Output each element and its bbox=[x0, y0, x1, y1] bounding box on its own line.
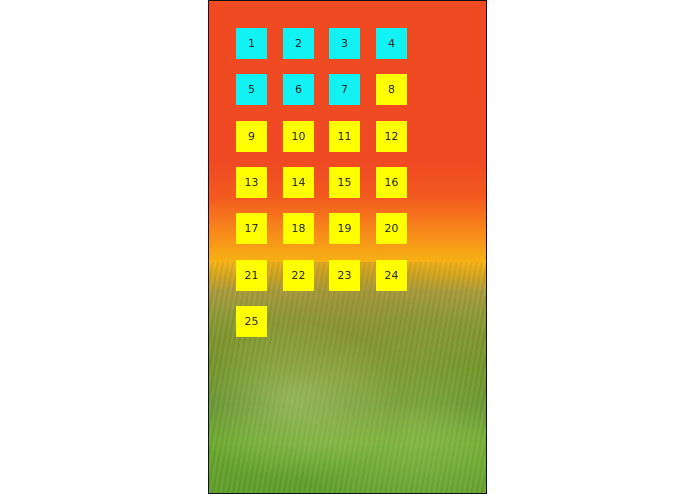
tile-8[interactable]: 8 bbox=[376, 74, 407, 105]
tile-16[interactable]: 16 bbox=[376, 167, 407, 198]
tile-25[interactable]: 25 bbox=[236, 306, 267, 337]
tile-11[interactable]: 11 bbox=[329, 121, 360, 152]
tile-13[interactable]: 13 bbox=[236, 167, 267, 198]
tile-2[interactable]: 2 bbox=[283, 28, 314, 59]
tile-18[interactable]: 18 bbox=[283, 213, 314, 244]
tile-12[interactable]: 12 bbox=[376, 121, 407, 152]
tile-6[interactable]: 6 bbox=[283, 74, 314, 105]
tile-9[interactable]: 9 bbox=[236, 121, 267, 152]
tile-4[interactable]: 4 bbox=[376, 28, 407, 59]
tile-21[interactable]: 21 bbox=[236, 260, 267, 291]
tile-24[interactable]: 24 bbox=[376, 260, 407, 291]
tile-7[interactable]: 7 bbox=[329, 74, 360, 105]
background-grass bbox=[209, 261, 486, 493]
tile-15[interactable]: 15 bbox=[329, 167, 360, 198]
tile-5[interactable]: 5 bbox=[236, 74, 267, 105]
tile-1[interactable]: 1 bbox=[236, 28, 267, 59]
tile-3[interactable]: 3 bbox=[329, 28, 360, 59]
tile-10[interactable]: 10 bbox=[283, 121, 314, 152]
tile-14[interactable]: 14 bbox=[283, 167, 314, 198]
tile-23[interactable]: 23 bbox=[329, 260, 360, 291]
tile-19[interactable]: 19 bbox=[329, 213, 360, 244]
tile-22[interactable]: 22 bbox=[283, 260, 314, 291]
app-screen: 1 2 3 4 5 6 7 8 9 10 11 12 13 14 15 16 17 18 19 20 21 22 23 24 2… bbox=[208, 0, 487, 494]
tile-17[interactable]: 17 bbox=[236, 213, 267, 244]
tile-20[interactable]: 20 bbox=[376, 213, 407, 244]
